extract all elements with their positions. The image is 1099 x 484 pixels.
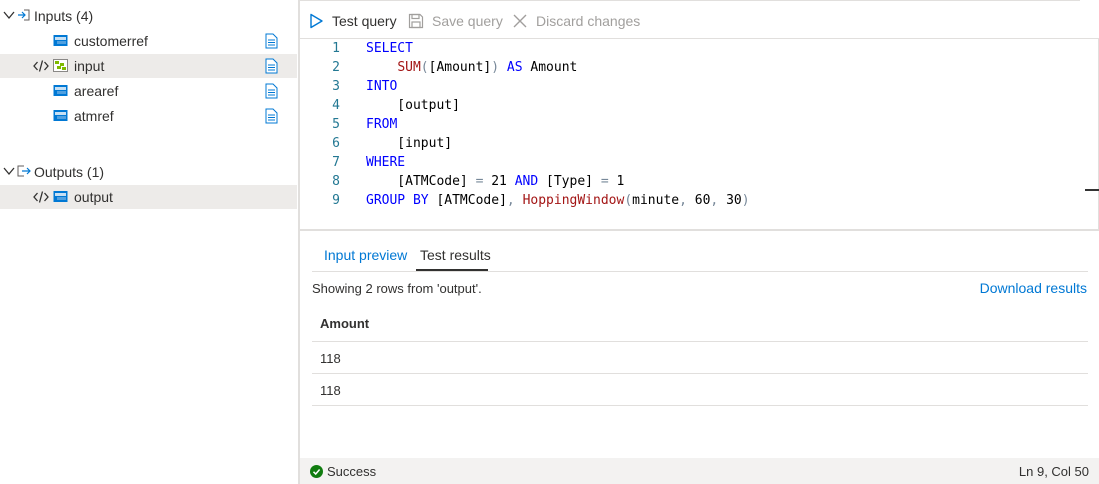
code-text: WHERE	[366, 155, 406, 170]
table-cell: 118	[320, 383, 341, 398]
tree-item-label: arearef	[74, 83, 119, 99]
code-text: GROUP BY [ATMCode], HoppingWindow(minute…	[366, 193, 750, 208]
code-icon[interactable]	[33, 59, 49, 73]
tab-input-preview[interactable]: Input preview	[324, 243, 407, 271]
chevron-down-icon[interactable]	[3, 9, 15, 21]
results-summary: Showing 2 rows from 'output'.	[312, 281, 482, 296]
code-line: 2 SUM([Amount]) AS Amount	[300, 59, 1099, 78]
outputs-group-label: Outputs (1)	[34, 164, 105, 180]
reference-data-icon	[53, 110, 68, 121]
discard-changes-button[interactable]: Discard changes	[512, 11, 640, 31]
line-number: 9	[332, 193, 340, 208]
tab-test-results[interactable]: Test results	[420, 243, 491, 271]
code-text: SUM([Amount]) AS Amount	[397, 60, 578, 75]
line-number: 1	[332, 41, 340, 56]
table-divider	[312, 405, 1088, 406]
query-editor[interactable]: 1 SELECT 2 SUM([Amount]) AS Amount 3 INTO …	[300, 39, 1099, 229]
close-icon	[513, 14, 527, 28]
editor-results-splitter[interactable]	[300, 229, 1099, 231]
line-number: 8	[332, 174, 340, 189]
sample-data-icon[interactable]	[265, 33, 278, 49]
sample-data-icon[interactable]	[265, 108, 278, 124]
tree-item-atmref[interactable]: atmref	[0, 104, 297, 128]
code-text: SELECT	[366, 41, 413, 56]
save-icon	[408, 13, 424, 29]
code-line: 8 [ATMCode] = 21 AND [Type] = 1	[300, 173, 1099, 192]
code-text: FROM	[366, 117, 398, 132]
download-results-link[interactable]: Download results	[980, 280, 1087, 296]
tree-item-output[interactable]: output	[0, 185, 297, 209]
tree-item-label: atmref	[74, 108, 114, 124]
query-toolbar: Test query Save query Discard changes	[300, 0, 1099, 39]
code-line: 3 INTO	[300, 78, 1099, 97]
code-line: 5 FROM	[300, 116, 1099, 135]
overview-ruler-marker	[1085, 189, 1099, 191]
output-group-icon	[17, 165, 31, 177]
table-cell: 118	[320, 351, 341, 366]
cursor-position: Ln 9, Col 50	[1018, 464, 1089, 479]
code-line: 9 GROUP BY [ATMCode], HoppingWindow(minut…	[300, 192, 1099, 211]
table-divider	[312, 373, 1088, 374]
line-number: 4	[332, 98, 340, 113]
tree-item-label: customerref	[74, 33, 148, 49]
stream-input-icon	[53, 59, 68, 72]
discard-changes-label: Discard changes	[536, 13, 641, 29]
code-text: [input]	[366, 136, 453, 151]
status-bar: Success Ln 9, Col 50	[300, 458, 1099, 484]
reference-data-icon	[53, 85, 68, 96]
reference-data-icon	[53, 191, 68, 202]
line-number: 2	[332, 60, 340, 75]
tree-item-input[interactable]: input	[0, 54, 297, 78]
test-query-label: Test query	[332, 13, 397, 29]
code-line: 4 [output]	[300, 97, 1099, 116]
save-query-button[interactable]: Save query	[408, 11, 503, 31]
sample-data-icon[interactable]	[265, 83, 278, 99]
code-icon[interactable]	[33, 190, 49, 204]
outputs-group-header[interactable]: Outputs (1)	[0, 160, 298, 184]
code-text: [ATMCode] = 21 AND [Type] = 1	[366, 174, 625, 189]
status-text: Success	[327, 464, 377, 479]
tree-item-arearef[interactable]: arearef	[0, 79, 297, 103]
tabs-divider	[312, 271, 1088, 272]
code-text: [output]	[366, 98, 460, 113]
code-text: INTO	[366, 79, 398, 94]
column-header-amount[interactable]: Amount	[320, 316, 369, 331]
play-icon	[310, 13, 323, 29]
explorer-tree: Inputs (4) customerref input arearef atm…	[0, 0, 298, 484]
sample-data-icon[interactable]	[265, 58, 278, 74]
line-number: 7	[332, 155, 340, 170]
code-line: 1 SELECT	[300, 40, 1099, 59]
chevron-down-icon[interactable]	[3, 165, 15, 177]
table-divider	[312, 341, 1088, 342]
input-group-icon	[18, 9, 30, 21]
line-number: 6	[332, 136, 340, 151]
code-line: 6 [input]	[300, 135, 1099, 154]
line-number: 5	[332, 117, 340, 132]
save-query-label: Save query	[432, 13, 503, 29]
success-check-icon	[310, 465, 323, 478]
inputs-group-label: Inputs (4)	[34, 8, 94, 24]
tree-item-label: input	[74, 58, 105, 74]
test-query-button[interactable]: Test query	[308, 11, 397, 31]
inputs-group-header[interactable]: Inputs (4)	[0, 4, 298, 28]
tree-item-customerref[interactable]: customerref	[0, 29, 297, 53]
code-line: 7 WHERE	[300, 154, 1099, 173]
line-number: 3	[332, 79, 340, 94]
reference-data-icon	[53, 35, 68, 46]
status-indicator: Success	[310, 464, 376, 479]
tree-item-label: output	[74, 189, 113, 205]
